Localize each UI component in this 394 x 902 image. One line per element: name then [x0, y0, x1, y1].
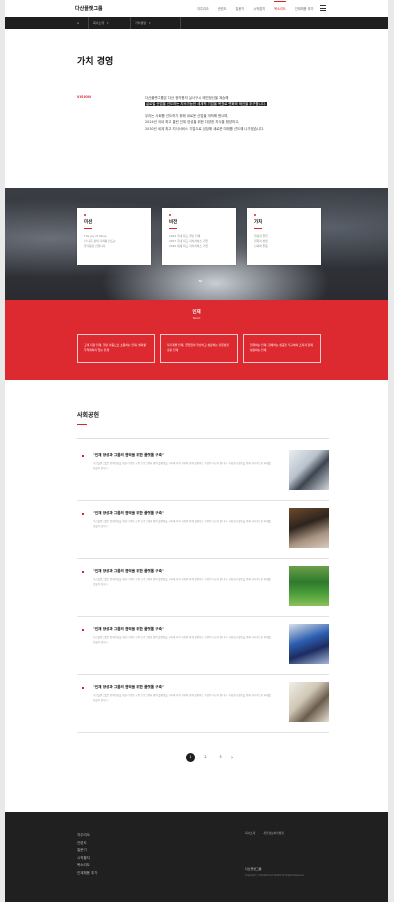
footer-link[interactable]: 회사소개 [245, 831, 255, 835]
footer-nav-item[interactable]: 인재채용 추가 [77, 870, 97, 878]
top-header: 다산플랫그룹 자주리오 관련도 질문기 시작할지 목소리도 인재채용 추가 [5, 0, 388, 18]
chevron-right-icon[interactable]: › [231, 755, 233, 761]
sub-navigation-bar: ⌂ 회사소개 ▾ 가치경영 ▾ [5, 17, 388, 29]
footer-nav-item[interactable]: 질문기 [77, 847, 97, 855]
item-text: 다산플랫그룹은 인재양성을 위한 다양한 교육 프로그램과 협력 플랫폼을 구축… [93, 578, 271, 586]
hero-photo-band: 미션 The Joy of Value 더 나은 삶의 가치를 만드는 즐거움을 전… [5, 188, 388, 300]
footer-nav-item[interactable]: 자주리오 [77, 832, 97, 840]
home-icon[interactable]: ⌂ [77, 21, 81, 25]
pagination: 1 2 3 › [186, 753, 233, 762]
card-title: 비전 [169, 220, 178, 225]
list-item[interactable]: "인재 양성과 그룹의 협력을 위한 플랫폼 구축" 다산플랫그룹은 인재양성을… [77, 450, 329, 501]
talent-box: 협력하는 인재, 함께하는 성공을 추구하며 조직과 함께 성장하는 인재 [243, 334, 321, 363]
item-thumbnail[interactable] [289, 566, 329, 606]
talent-box: 자기계발 인재, 끊임없이 학습하고 성장하는 전문성을 갖춘 인재 [160, 334, 238, 363]
page-title: 가치 경영 [77, 57, 114, 67]
footer-links: 회사소개 개인정보처리방침 [245, 831, 284, 835]
page-button[interactable]: 3 [216, 753, 225, 762]
accent-line [84, 228, 92, 229]
footer-link[interactable]: 개인정보처리방침 [263, 831, 284, 835]
accent-dot [84, 214, 86, 216]
item-text: 다산플랫그룹은 인재양성을 위한 다양한 교육 프로그램과 협력 플랫폼을 구축… [93, 520, 271, 528]
accent-line [77, 424, 87, 425]
divider [130, 17, 131, 29]
card-text: The Joy of Value 더 나은 삶의 가치를 만드는 즐거움을 전합니다 [84, 234, 116, 248]
chevron-down-icon: ▾ [149, 21, 151, 25]
bullet-icon [82, 687, 84, 689]
sub-nav-dropdown-2[interactable]: 가치경영 ▾ [135, 21, 151, 25]
logo[interactable]: 다산플랫그룹 [75, 5, 103, 12]
bullet-icon [82, 455, 84, 457]
item-thumbnail[interactable] [289, 682, 329, 722]
bullet-icon [82, 571, 84, 573]
nav-item-active[interactable]: 목소리도 [274, 1, 286, 11]
card-title: 미션 [84, 220, 93, 225]
item-thumbnail[interactable] [289, 450, 329, 490]
footer-nav-item[interactable]: 시작할지 [77, 855, 97, 863]
accent-dot [254, 214, 256, 216]
hamburger-menu-icon[interactable] [320, 5, 326, 11]
item-title[interactable]: "인재 양성과 그룹의 협력을 위한 플랫폼 구축" [93, 453, 164, 458]
talent-title: 인재 [192, 310, 201, 315]
nav-item[interactable]: 관련도 [218, 6, 227, 11]
vision-label: VISION [77, 95, 92, 99]
chevron-down-icon[interactable]: ⌄ [197, 276, 204, 284]
list-item[interactable]: "인재 양성과 그룹의 협력을 위한 플랫폼 구축" 다산플랫그룹은 인재양성을… [77, 508, 329, 559]
page-button[interactable]: 2 [201, 753, 210, 762]
item-text: 다산플랫그룹은 인재양성을 위한 다양한 교육 프로그램과 협력 플랫폼을 구축… [93, 462, 271, 470]
card-text: 2024 국내 최고 클린 인재 2027 국내 최고 지식서비스 기업 2030 … [169, 234, 208, 248]
item-title[interactable]: "인재 양성과 그룹의 협력을 위한 플랫폼 구축" [93, 627, 164, 632]
item-thumbnail[interactable] [289, 508, 329, 548]
list-item[interactable]: "인재 양성과 그룹의 협력을 위한 플랫폼 구축" 다산플랫그룹은 인재양성을… [77, 624, 329, 675]
nav-item[interactable]: 인재채용 추가 [295, 6, 314, 11]
divider [180, 17, 181, 29]
card-text: 열정과 몰입 협력과 상생 신뢰와 존중 [254, 234, 268, 248]
main-nav: 자주리오 관련도 질문기 시작할지 목소리도 인재채용 추가 [197, 1, 314, 11]
footer-nav-item[interactable]: 목소리도 [77, 862, 97, 870]
item-text: 다산플랫그룹은 인재양성을 위한 다양한 교육 프로그램과 협력 플랫폼을 구축… [93, 694, 271, 702]
footer-nav: 자주리오 관련도 질문기 시작할지 목소리도 인재채용 추가 [77, 832, 97, 877]
divider [77, 438, 329, 439]
talent-box: 고객 지향 인재, 열린 마음으로 소통하는 인재, 변화를 두려워하지 않는 … [77, 334, 155, 363]
divider [88, 17, 89, 29]
bullet-icon [82, 629, 84, 631]
value-card-mission: 미션 The Joy of Value 더 나은 삶의 가치를 만드는 즐거움을 전… [77, 208, 151, 265]
talent-subtitle: Talent [192, 317, 201, 320]
item-title[interactable]: "인재 양성과 그룹의 협력을 위한 플랫폼 구축" [93, 569, 164, 574]
accent-dot [169, 214, 171, 216]
footer-logo: 다산플랫그룹 [245, 867, 262, 871]
value-card-values: 가치 열정과 몰입 협력과 상생 신뢰와 존중 [247, 208, 321, 265]
card-title: 가치 [254, 220, 263, 225]
item-thumbnail[interactable] [289, 624, 329, 664]
sub-nav-dropdown-1[interactable]: 회사소개 ▾ [93, 21, 109, 25]
accent-line [254, 228, 262, 229]
section-title: 사회공헌 [77, 412, 100, 419]
list-item[interactable]: "인재 양성과 그룹의 협력을 위한 플랫폼 구축" 다산플랫그룹은 인재양성을… [77, 682, 329, 733]
copyright: Copyright ⓒ DASAN PLAT GROUP All Rights … [245, 874, 305, 877]
value-card-vision: 비전 2024 국내 최고 클린 인재 2027 국내 최고 지식서비스 기업 20… [162, 208, 236, 265]
nav-item[interactable]: 시작할지 [253, 6, 265, 11]
nav-item[interactable]: 질문기 [236, 6, 245, 11]
talent-band: 인재 Talent 고객 지향 인재, 열린 마음으로 소통하는 인재, 변화를… [5, 300, 388, 380]
footer: 자주리오 관련도 질문기 시작할지 목소리도 인재채용 추가 회사소개 개인정보… [5, 812, 388, 902]
item-title[interactable]: "인재 양성과 그룹의 협력을 위한 플랫폼 구축" [93, 685, 164, 690]
list-item[interactable]: "인재 양성과 그룹의 협력을 위한 플랫폼 구축" 다산플랫그룹은 인재양성을… [77, 566, 329, 617]
nav-item[interactable]: 자주리오 [197, 6, 209, 11]
chevron-down-icon: ▾ [107, 21, 109, 25]
page-button-current[interactable]: 1 [186, 753, 195, 762]
highlighted-text: 글로벌 산업을 선도하는 지속가능한 세계적 기업을 목표로 변화와 혁신을 추… [145, 102, 267, 107]
item-text: 다산플랫그룹은 인재양성을 위한 다양한 교육 프로그램과 협력 플랫폼을 구축… [93, 636, 271, 644]
item-title[interactable]: "인재 양성과 그룹의 협력을 위한 플랫폼 구축" [93, 511, 164, 516]
bullet-icon [82, 513, 84, 515]
intro-text: 다산플랫그룹은 다산 정약용의 실사구시 애민정신을 계승해 글로벌 산업을 선도… [145, 96, 267, 131]
page: 다산플랫그룹 자주리오 관련도 질문기 시작할지 목소리도 인재채용 추가 ⌂ … [5, 0, 388, 902]
accent-line [169, 228, 177, 229]
footer-nav-item[interactable]: 관련도 [77, 840, 97, 848]
